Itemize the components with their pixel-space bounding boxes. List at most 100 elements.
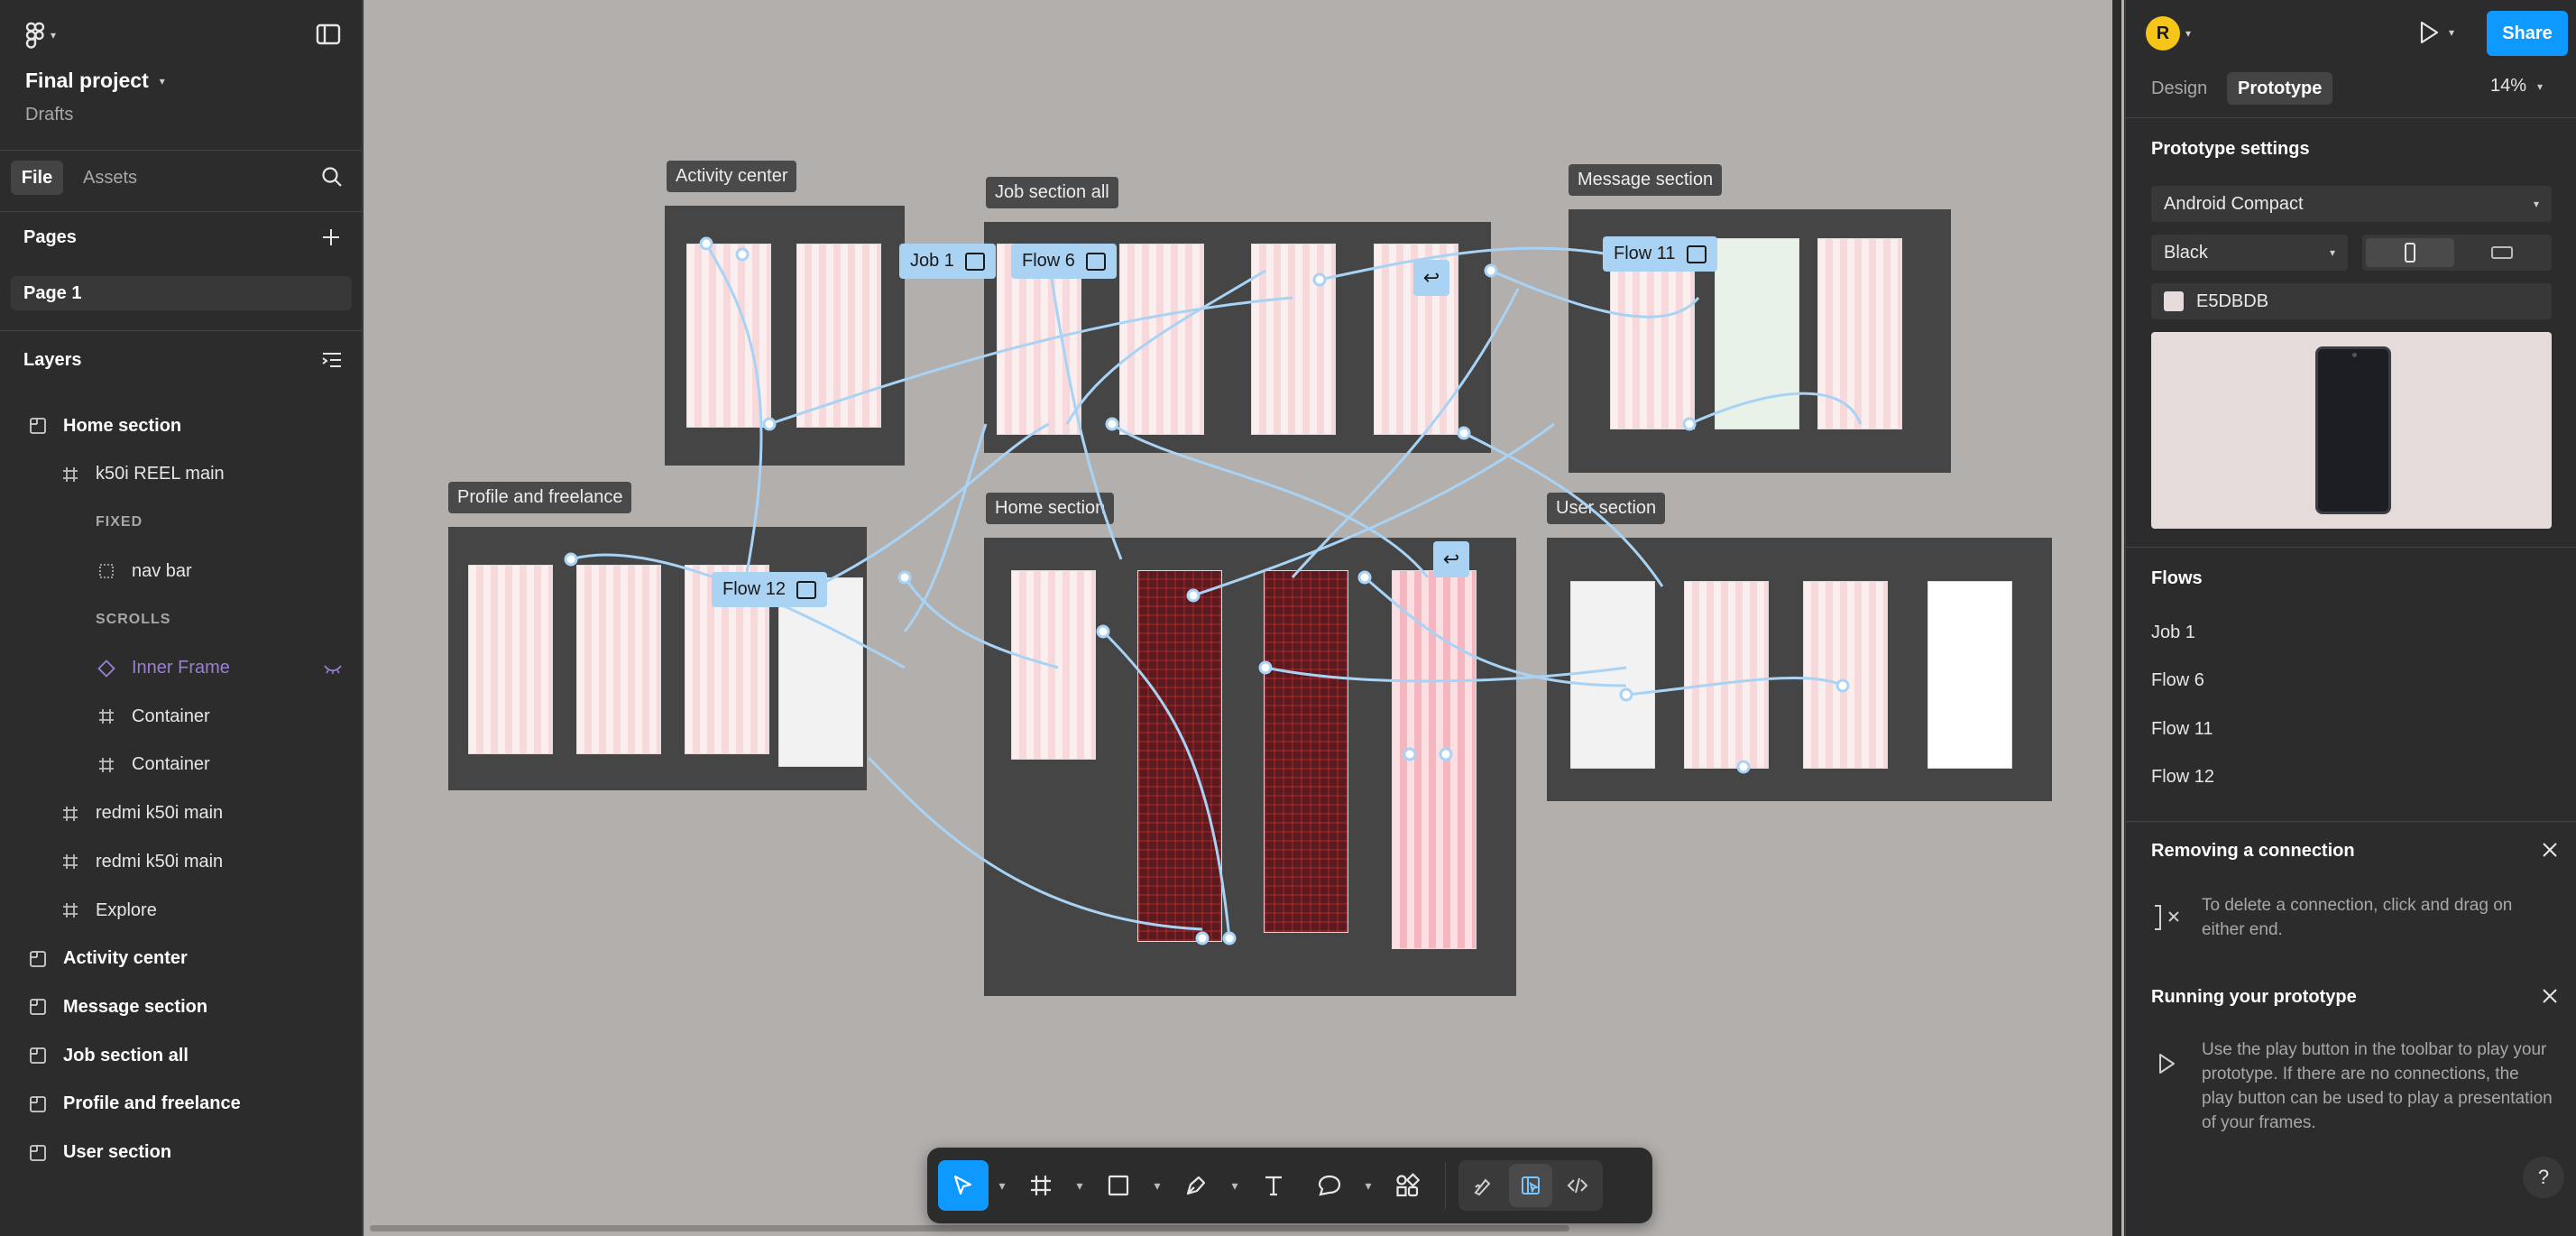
layer-item[interactable]: User section xyxy=(0,1135,363,1171)
canvas[interactable]: Activity center Job section all Message … xyxy=(363,0,2124,1236)
share-label: Share xyxy=(2502,23,2553,43)
layer-item[interactable]: Message section xyxy=(0,989,363,1025)
flow-item[interactable]: Flow 12 xyxy=(2151,764,2214,791)
section-icon xyxy=(27,950,49,968)
layer-label: redmi k50i main xyxy=(96,851,224,872)
hidden-eye-icon[interactable] xyxy=(323,662,343,675)
toggle-sidebar-button[interactable] xyxy=(316,23,341,45)
tab-prototype[interactable]: Prototype xyxy=(2227,72,2333,105)
device-color-select[interactable]: Black ▾ xyxy=(2151,235,2348,271)
device-value: Android Compact xyxy=(2164,193,2304,214)
chevron-down-icon: ▾ xyxy=(159,74,165,88)
tab-design[interactable]: Design xyxy=(2151,76,2207,101)
pages-heading: Pages xyxy=(23,227,77,247)
chevron-down-icon[interactable]: ▾ xyxy=(1227,1178,1243,1194)
rectangle-tool-button[interactable] xyxy=(1093,1160,1144,1211)
layer-label: Home section xyxy=(63,415,182,436)
pen-tool-button[interactable] xyxy=(1171,1160,1221,1211)
layer-item[interactable]: Container xyxy=(0,698,363,734)
rectangle-icon xyxy=(96,562,117,580)
layer-group-heading: SCROLLS xyxy=(0,602,363,638)
chevron-down-icon[interactable]: ▾ xyxy=(994,1178,1010,1194)
design-mode-icon xyxy=(1520,1175,1541,1196)
prototype-connections[interactable] xyxy=(363,0,2124,1236)
flow-tag-flow-12[interactable]: Flow 12 xyxy=(712,572,828,607)
device-color-value: Black xyxy=(2164,242,2208,263)
vertical-scrollbar[interactable] xyxy=(2112,0,2121,1236)
layer-item[interactable]: Home section xyxy=(0,408,363,444)
file-name-menu[interactable]: Final project ▾ xyxy=(25,69,165,93)
present-button[interactable]: ▾ xyxy=(2418,20,2454,45)
component-icon xyxy=(96,659,117,678)
flow-tag-flow-6[interactable]: Flow 6 xyxy=(1011,244,1117,279)
horizontal-scrollbar[interactable] xyxy=(370,1225,1569,1231)
layer-label: Activity center xyxy=(63,948,188,969)
portrait-button[interactable] xyxy=(2366,238,2454,267)
close-tip-button[interactable] xyxy=(2541,841,2559,859)
comment-tool-button[interactable] xyxy=(1304,1160,1355,1211)
help-button[interactable]: ? xyxy=(2523,1157,2564,1198)
chevron-down-icon[interactable]: ▾ xyxy=(1072,1178,1088,1194)
figma-logo-icon xyxy=(25,22,45,49)
add-page-button[interactable] xyxy=(321,227,341,247)
frame-icon xyxy=(96,707,117,725)
tab-file[interactable]: File xyxy=(11,161,63,195)
page-item-page-1[interactable]: Page 1 xyxy=(11,276,352,310)
rectangle-icon xyxy=(1107,1174,1130,1197)
layer-item[interactable]: Container xyxy=(0,747,363,783)
flow-item[interactable]: Flow 11 xyxy=(2151,715,2213,743)
move-icon xyxy=(952,1174,975,1197)
frame-tool-button[interactable] xyxy=(1016,1160,1066,1211)
layer-item[interactable]: Profile and freelance xyxy=(0,1086,363,1122)
flow-item[interactable]: Job 1 xyxy=(2151,619,2195,646)
background-color-field[interactable]: E5DBDB xyxy=(2151,283,2552,319)
flow-item[interactable]: Flow 6 xyxy=(2151,668,2204,695)
flow-tag-flow-11[interactable]: Flow 11 xyxy=(1603,236,1717,272)
plus-icon xyxy=(321,227,341,247)
design-mode-button[interactable] xyxy=(1509,1164,1552,1207)
landscape-button[interactable] xyxy=(2458,238,2546,267)
chevron-down-icon: ▾ xyxy=(2449,26,2455,39)
dev-mode-icon xyxy=(1567,1175,1588,1196)
layer-item[interactable]: redmi k50i main xyxy=(0,844,363,880)
layer-item[interactable]: redmi k50i main xyxy=(0,796,363,832)
color-swatch[interactable] xyxy=(2164,291,2184,311)
actions-button[interactable] xyxy=(1382,1160,1432,1211)
chevron-down-icon[interactable]: ▾ xyxy=(1149,1178,1165,1194)
share-button[interactable]: Share xyxy=(2487,11,2568,56)
frame-icon xyxy=(60,466,81,484)
close-tip-button[interactable] xyxy=(2541,987,2559,1005)
layer-item[interactable]: Inner Frame xyxy=(0,650,363,687)
back-action-icon[interactable]: ↩ xyxy=(1433,541,1469,577)
move-tool-button[interactable] xyxy=(938,1160,989,1211)
dev-mode-button[interactable] xyxy=(1556,1164,1599,1207)
layer-item[interactable]: Job section all xyxy=(0,1038,363,1074)
layer-item[interactable]: Activity center xyxy=(0,941,363,977)
user-avatar-menu[interactable]: R ▾ xyxy=(2146,16,2191,51)
sidebar-icon xyxy=(316,23,341,45)
collapse-layers-button[interactable] xyxy=(321,350,343,370)
help-label: ? xyxy=(2537,1166,2550,1188)
text-tool-button[interactable] xyxy=(1248,1160,1299,1211)
file-name: Final project xyxy=(25,69,149,92)
draw-mode-icon xyxy=(1473,1175,1495,1196)
play-frame-icon xyxy=(796,580,817,599)
search-layers-button[interactable] xyxy=(321,166,343,188)
main-menu[interactable]: ▾ xyxy=(25,22,56,49)
zoom-menu[interactable]: 14% ▾ xyxy=(2490,76,2543,97)
layer-item[interactable]: k50i REEL main xyxy=(0,457,363,493)
draw-mode-button[interactable] xyxy=(1462,1164,1505,1207)
device-select[interactable]: Android Compact ▾ xyxy=(2151,186,2552,222)
flows-heading: Flows xyxy=(2151,568,2203,588)
tab-assets[interactable]: Assets xyxy=(83,161,137,195)
frame-icon xyxy=(60,853,81,871)
chevron-down-icon: ▾ xyxy=(51,29,57,42)
layer-group-label: SCROLLS xyxy=(96,611,171,627)
layer-item[interactable]: nav bar xyxy=(0,553,363,589)
layer-item[interactable]: Explore xyxy=(0,892,363,928)
back-action-icon[interactable]: ↩ xyxy=(1413,260,1449,296)
flow-tag-label: Flow 6 xyxy=(1022,251,1075,271)
chevron-down-icon[interactable]: ▾ xyxy=(1360,1178,1376,1194)
flow-item-label: Flow 6 xyxy=(2151,670,2204,690)
flow-tag-job-1[interactable]: Job 1 xyxy=(899,244,996,279)
